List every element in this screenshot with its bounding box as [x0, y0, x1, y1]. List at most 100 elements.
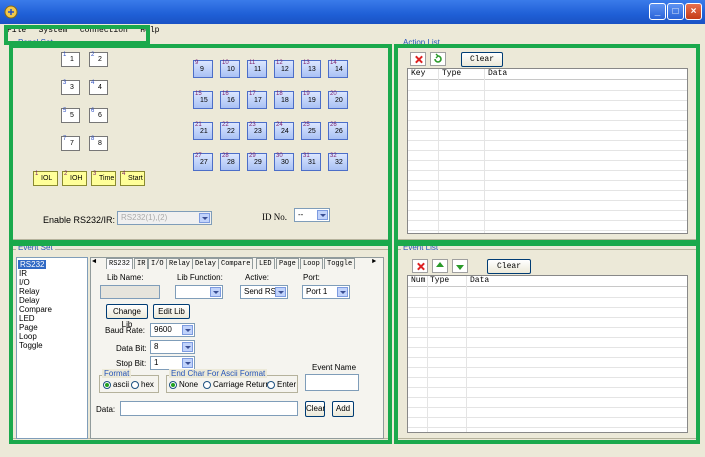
menu-connection[interactable]: Connection [80, 24, 128, 37]
action-clear-all-button[interactable]: Clear All [461, 52, 503, 77]
key-button-25[interactable]: 25 25 [301, 122, 321, 140]
close-icon[interactable]: × [685, 3, 702, 20]
event-name-field[interactable] [305, 374, 359, 391]
key-button-31[interactable]: 31 31 [301, 153, 321, 171]
event-type-item[interactable]: Relay [19, 287, 39, 296]
key-button-22[interactable]: 22 22 [220, 122, 240, 140]
end-enter-radio[interactable] [267, 381, 275, 389]
menu-system[interactable]: System [39, 24, 68, 37]
baud-rate-label: Baud Rate: [105, 326, 146, 335]
data-field[interactable] [120, 401, 298, 416]
tab-relay[interactable]: Relay [166, 258, 194, 269]
tab-scroll-right-icon[interactable]: ► [372, 258, 376, 266]
key-button-10[interactable]: 10 10 [220, 60, 240, 78]
delete-event-button[interactable] [412, 259, 428, 273]
key-label: 3 [70, 84, 74, 91]
tab-ir[interactable]: IR [134, 258, 149, 269]
tab-delay[interactable]: Delay [192, 258, 220, 269]
tab-loop[interactable]: Loop [300, 258, 323, 269]
menu-help[interactable]: Help [140, 24, 159, 37]
event-type-list[interactable]: RS232 IR I/O Relay Delay Compare LED Page Loop To… [16, 257, 88, 439]
tab-rs232[interactable]: RS232 [106, 258, 134, 269]
delete-action-button[interactable] [410, 52, 426, 66]
add-button[interactable]: Add [332, 401, 354, 417]
key-button-9[interactable]: 99 [193, 60, 213, 78]
key-button-7[interactable]: 77 [61, 136, 80, 151]
key-button-16[interactable]: 16 16 [220, 91, 240, 109]
key-button-5[interactable]: 55 [61, 108, 80, 123]
tab-page[interactable]: Page [276, 258, 299, 269]
key-button-20[interactable]: 20 20 [328, 91, 348, 109]
key-button-2[interactable]: 22 [89, 52, 108, 67]
lib-function-select[interactable] [175, 285, 223, 299]
move-down-button[interactable] [452, 259, 468, 273]
maximize-icon[interactable]: □ [667, 3, 684, 20]
key-button-17[interactable]: 17 17 [247, 91, 267, 109]
event-type-item[interactable]: RS232 [18, 260, 47, 269]
event-type-item[interactable]: LED [19, 314, 35, 323]
event-type-item[interactable]: Delay [19, 296, 39, 305]
change-lib-button[interactable]: Change Lib [106, 304, 148, 329]
key-button-27[interactable]: 27 27 [193, 153, 213, 171]
key-button-11[interactable]: 11 11 [247, 60, 267, 78]
key-button-18[interactable]: 18 18 [274, 91, 294, 109]
key-index: 1 [35, 171, 39, 177]
tab-led[interactable]: LED [256, 258, 275, 269]
stop-bit-select[interactable]: 1 [150, 356, 195, 370]
key-index: 3 [63, 80, 67, 86]
key-button-3[interactable]: 33 [61, 80, 80, 95]
event-clear-all-button[interactable]: Clear All [487, 259, 531, 284]
key-button-15[interactable]: 15 15 [193, 91, 213, 109]
event-type-item[interactable]: Compare [19, 305, 52, 314]
key-button-21[interactable]: 21 21 [193, 122, 213, 140]
format-hex-radio[interactable] [131, 381, 139, 389]
end-cr-radio[interactable] [203, 381, 211, 389]
key-button-8[interactable]: 88 [89, 136, 108, 151]
function-key-ioh[interactable]: 2 IOH [62, 171, 87, 186]
key-button-6[interactable]: 66 [89, 108, 108, 123]
key-label: 27 [200, 159, 208, 166]
tab-toggle[interactable]: Toggle [324, 258, 356, 269]
key-button-32[interactable]: 32 32 [328, 153, 348, 171]
event-list-table[interactable]: Num Type Data [407, 275, 688, 433]
edit-lib-button[interactable]: Edit Lib [153, 304, 190, 319]
end-none-radio[interactable] [169, 381, 177, 389]
clear-button[interactable]: Clear [305, 401, 325, 417]
key-button-23[interactable]: 23 23 [247, 122, 267, 140]
key-button-1[interactable]: 11 [61, 52, 80, 67]
function-key-time[interactable]: 3 Time [91, 171, 116, 186]
action-list-table[interactable]: Key Type Data [407, 68, 688, 234]
event-type-item[interactable]: I/O [19, 278, 30, 287]
active-select[interactable]: Send RS23 [240, 285, 288, 299]
menu-file[interactable]: File [7, 24, 26, 37]
end-enter-label: Enter [277, 380, 297, 389]
tab-scroll-left-icon[interactable]: ◄ [92, 258, 96, 266]
move-up-button[interactable] [432, 259, 448, 273]
title-bar: _ □ × [0, 0, 705, 24]
function-key-start[interactable]: 4 Start [120, 171, 145, 186]
tab-io[interactable]: I/O [148, 258, 167, 269]
minimize-icon[interactable]: _ [649, 3, 666, 20]
key-button-26[interactable]: 26 26 [328, 122, 348, 140]
event-type-item[interactable]: Loop [19, 332, 37, 341]
format-ascii-radio[interactable] [103, 381, 111, 389]
data-bit-select[interactable]: 8 [150, 340, 195, 354]
event-type-item[interactable]: Page [19, 323, 38, 332]
key-button-12[interactable]: 12 12 [274, 60, 294, 78]
key-button-30[interactable]: 30 30 [274, 153, 294, 171]
key-button-19[interactable]: 19 19 [301, 91, 321, 109]
event-type-item[interactable]: Toggle [19, 341, 43, 350]
key-button-13[interactable]: 13 13 [301, 60, 321, 78]
refresh-action-button[interactable] [430, 52, 446, 66]
key-button-4[interactable]: 44 [89, 80, 108, 95]
function-key-iol[interactable]: 1 IOL [33, 171, 58, 186]
key-button-28[interactable]: 28 28 [220, 153, 240, 171]
baud-rate-select[interactable]: 9600 [150, 323, 195, 337]
tab-compare[interactable]: Compare [218, 258, 254, 269]
id-no-select[interactable]: -- [294, 208, 330, 222]
key-button-24[interactable]: 24 24 [274, 122, 294, 140]
event-type-item[interactable]: IR [19, 269, 27, 278]
key-button-29[interactable]: 29 29 [247, 153, 267, 171]
port-select[interactable]: Port 1 [302, 285, 350, 299]
key-button-14[interactable]: 14 14 [328, 60, 348, 78]
